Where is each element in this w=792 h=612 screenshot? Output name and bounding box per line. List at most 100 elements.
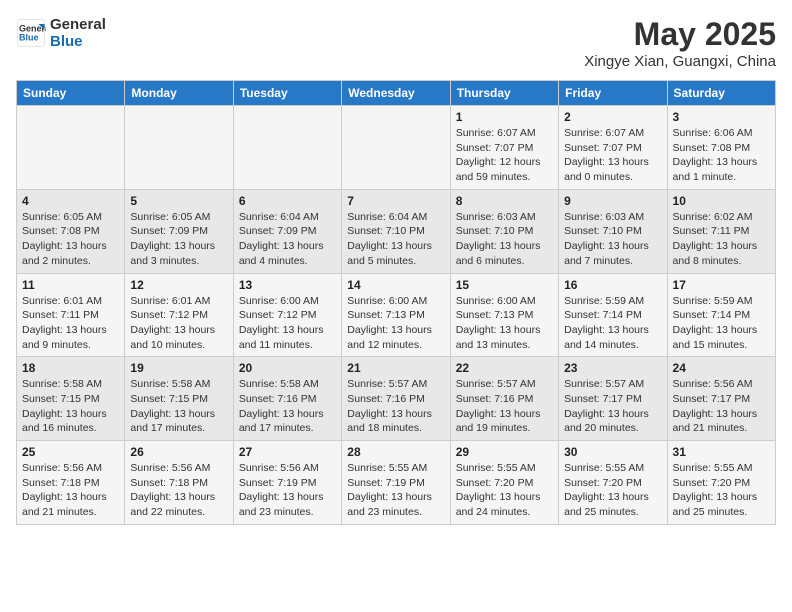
day-info: Sunrise: 5:58 AMSunset: 7:15 PMDaylight:… xyxy=(22,377,119,436)
day-info: Sunrise: 5:55 AMSunset: 7:20 PMDaylight:… xyxy=(673,461,770,520)
day-number: 24 xyxy=(673,361,770,375)
calendar-cell: 7Sunrise: 6:04 AMSunset: 7:10 PMDaylight… xyxy=(342,189,450,273)
day-info: Sunrise: 5:57 AMSunset: 7:16 PMDaylight:… xyxy=(456,377,553,436)
day-info: Sunrise: 6:00 AMSunset: 7:12 PMDaylight:… xyxy=(239,294,336,353)
calendar-cell: 1Sunrise: 6:07 AMSunset: 7:07 PMDaylight… xyxy=(450,106,558,190)
day-info: Sunrise: 6:00 AMSunset: 7:13 PMDaylight:… xyxy=(456,294,553,353)
week-row-3: 11Sunrise: 6:01 AMSunset: 7:11 PMDayligh… xyxy=(17,273,776,357)
day-info: Sunrise: 5:59 AMSunset: 7:14 PMDaylight:… xyxy=(673,294,770,353)
calendar-cell: 10 Sunrise: 6:02 AMSunset: 7:11 PMDayligh… xyxy=(667,189,775,273)
day-number: 21 xyxy=(347,361,444,375)
day-info: Sunrise: 6:00 AMSunset: 7:13 PMDaylight:… xyxy=(347,294,444,353)
day-number: 30 xyxy=(564,445,661,459)
day-info: Sunrise: 5:56 AMSunset: 7:19 PMDaylight:… xyxy=(239,461,336,520)
calendar-cell: 27 Sunrise: 5:56 AMSunset: 7:19 PMDayligh… xyxy=(233,441,341,525)
calendar-cell: 9Sunrise: 6:03 AMSunset: 7:10 PMDaylight… xyxy=(559,189,667,273)
day-info: Sunrise: 5:56 AMSunset: 7:17 PMDaylight:… xyxy=(673,377,770,436)
calendar-cell: 12 Sunrise: 6:01 AMSunset: 7:12 PMDayligh… xyxy=(125,273,233,357)
calendar-cell: 17 Sunrise: 5:59 AMSunset: 7:14 PMDayligh… xyxy=(667,273,775,357)
day-info: Sunrise: 6:04 AMSunset: 7:09 PMDaylight:… xyxy=(239,210,336,269)
day-number: 12 xyxy=(130,278,227,292)
calendar-cell: 30 Sunrise: 5:55 AMSunset: 7:20 PMDayligh… xyxy=(559,441,667,525)
weekday-header-sunday: Sunday xyxy=(17,81,125,106)
day-info: Sunrise: 5:56 AMSunset: 7:18 PMDaylight:… xyxy=(22,461,119,520)
day-number: 20 xyxy=(239,361,336,375)
day-info: Sunrise: 6:06 AMSunset: 7:08 PMDaylight:… xyxy=(673,126,770,185)
day-number: 14 xyxy=(347,278,444,292)
calendar-cell: 29 Sunrise: 5:55 AMSunset: 7:20 PMDayligh… xyxy=(450,441,558,525)
day-info: Sunrise: 5:58 AMSunset: 7:15 PMDaylight:… xyxy=(130,377,227,436)
calendar-cell xyxy=(17,106,125,190)
day-info: Sunrise: 6:05 AMSunset: 7:08 PMDaylight:… xyxy=(22,210,119,269)
day-info: Sunrise: 6:04 AMSunset: 7:10 PMDaylight:… xyxy=(347,210,444,269)
calendar-cell: 13 Sunrise: 6:00 AMSunset: 7:12 PMDayligh… xyxy=(233,273,341,357)
day-number: 29 xyxy=(456,445,553,459)
calendar-table: SundayMondayTuesdayWednesdayThursdayFrid… xyxy=(16,80,776,525)
day-info: Sunrise: 5:57 AMSunset: 7:17 PMDaylight:… xyxy=(564,377,661,436)
day-number: 22 xyxy=(456,361,553,375)
calendar-cell: 4 Sunrise: 6:05 AMSunset: 7:08 PMDaylight… xyxy=(17,189,125,273)
svg-text:Blue: Blue xyxy=(19,33,39,43)
day-info: Sunrise: 6:07 AMSunset: 7:07 PMDaylight:… xyxy=(564,126,661,185)
weekday-header-tuesday: Tuesday xyxy=(233,81,341,106)
calendar-cell: 19Sunrise: 5:58 AMSunset: 7:15 PMDayligh… xyxy=(125,357,233,441)
weekday-header-monday: Monday xyxy=(125,81,233,106)
calendar-cell: 31 Sunrise: 5:55 AMSunset: 7:20 PMDayligh… xyxy=(667,441,775,525)
month-title: May 2025 xyxy=(584,16,776,53)
day-number: 13 xyxy=(239,278,336,292)
week-row-2: 4 Sunrise: 6:05 AMSunset: 7:08 PMDaylight… xyxy=(17,189,776,273)
day-info: Sunrise: 5:55 AMSunset: 7:20 PMDaylight:… xyxy=(456,461,553,520)
page-header: General Blue General Blue May 2025 Xingy… xyxy=(16,16,776,70)
calendar-cell: 11Sunrise: 6:01 AMSunset: 7:11 PMDayligh… xyxy=(17,273,125,357)
calendar-cell: 26 Sunrise: 5:56 AMSunset: 7:18 PMDayligh… xyxy=(125,441,233,525)
week-row-4: 18 Sunrise: 5:58 AMSunset: 7:15 PMDayligh… xyxy=(17,357,776,441)
day-number: 17 xyxy=(673,278,770,292)
day-info: Sunrise: 6:02 AMSunset: 7:11 PMDaylight:… xyxy=(673,210,770,269)
day-info: Sunrise: 5:55 AMSunset: 7:19 PMDaylight:… xyxy=(347,461,444,520)
weekday-header-thursday: Thursday xyxy=(450,81,558,106)
day-number: 9 xyxy=(564,194,661,208)
day-number: 31 xyxy=(673,445,770,459)
location: Xingye Xian, Guangxi, China xyxy=(584,53,776,70)
logo: General Blue General Blue xyxy=(16,16,106,50)
day-number: 8 xyxy=(456,194,553,208)
day-number: 23 xyxy=(564,361,661,375)
day-info: Sunrise: 6:01 AMSunset: 7:12 PMDaylight:… xyxy=(130,294,227,353)
week-row-5: 25 Sunrise: 5:56 AMSunset: 7:18 PMDayligh… xyxy=(17,441,776,525)
logo-text: General Blue xyxy=(50,16,106,50)
calendar-cell: 24 Sunrise: 5:56 AMSunset: 7:17 PMDayligh… xyxy=(667,357,775,441)
day-number: 18 xyxy=(22,361,119,375)
day-number: 26 xyxy=(130,445,227,459)
day-number: 15 xyxy=(456,278,553,292)
week-row-1: 1Sunrise: 6:07 AMSunset: 7:07 PMDaylight… xyxy=(17,106,776,190)
calendar-cell: 25 Sunrise: 5:56 AMSunset: 7:18 PMDayligh… xyxy=(17,441,125,525)
calendar-cell: 23 Sunrise: 5:57 AMSunset: 7:17 PMDayligh… xyxy=(559,357,667,441)
day-info: Sunrise: 6:01 AMSunset: 7:11 PMDaylight:… xyxy=(22,294,119,353)
day-number: 27 xyxy=(239,445,336,459)
day-info: Sunrise: 5:56 AMSunset: 7:18 PMDaylight:… xyxy=(130,461,227,520)
day-number: 5 xyxy=(130,194,227,208)
calendar-cell xyxy=(125,106,233,190)
title-area: May 2025 Xingye Xian, Guangxi, China xyxy=(584,16,776,70)
calendar-cell: 3 Sunrise: 6:06 AMSunset: 7:08 PMDaylight… xyxy=(667,106,775,190)
calendar-cell xyxy=(342,106,450,190)
calendar-cell xyxy=(233,106,341,190)
day-number: 25 xyxy=(22,445,119,459)
day-number: 2 xyxy=(564,110,661,124)
day-info: Sunrise: 5:55 AMSunset: 7:20 PMDaylight:… xyxy=(564,461,661,520)
calendar-cell: 20 Sunrise: 5:58 AMSunset: 7:16 PMDayligh… xyxy=(233,357,341,441)
day-info: Sunrise: 6:05 AMSunset: 7:09 PMDaylight:… xyxy=(130,210,227,269)
calendar-cell: 14 Sunrise: 6:00 AMSunset: 7:13 PMDayligh… xyxy=(342,273,450,357)
day-info: Sunrise: 6:07 AMSunset: 7:07 PMDaylight:… xyxy=(456,126,553,185)
day-number: 10 xyxy=(673,194,770,208)
day-number: 3 xyxy=(673,110,770,124)
calendar-cell: 15 Sunrise: 6:00 AMSunset: 7:13 PMDayligh… xyxy=(450,273,558,357)
weekday-header-saturday: Saturday xyxy=(667,81,775,106)
day-info: Sunrise: 5:58 AMSunset: 7:16 PMDaylight:… xyxy=(239,377,336,436)
calendar-cell: 21Sunrise: 5:57 AMSunset: 7:16 PMDayligh… xyxy=(342,357,450,441)
logo-icon: General Blue xyxy=(16,18,46,48)
calendar-cell: 2 Sunrise: 6:07 AMSunset: 7:07 PMDaylight… xyxy=(559,106,667,190)
day-number: 28 xyxy=(347,445,444,459)
day-number: 4 xyxy=(22,194,119,208)
calendar-cell: 6Sunrise: 6:04 AMSunset: 7:09 PMDaylight… xyxy=(233,189,341,273)
